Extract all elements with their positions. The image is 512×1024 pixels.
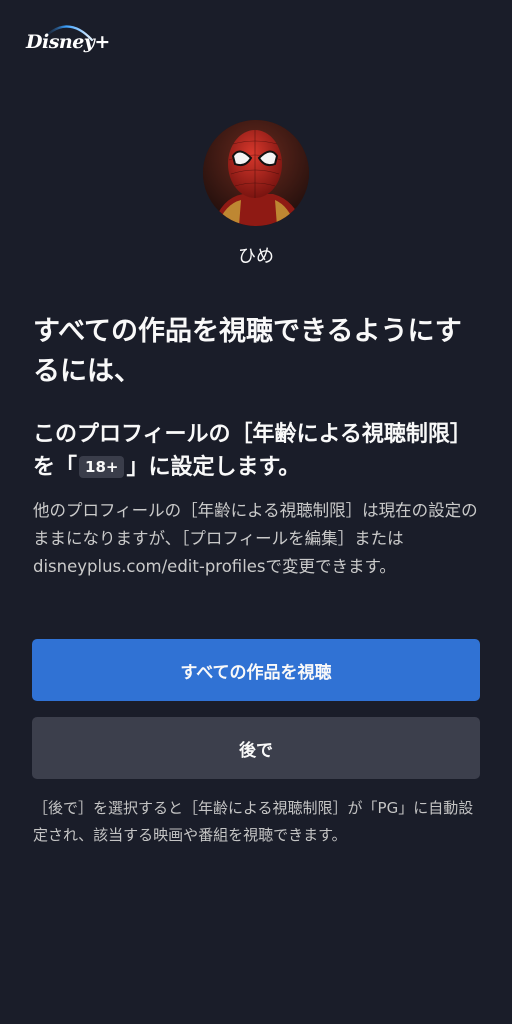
disney-plus-logo: Disney+ bbox=[26, 18, 110, 62]
watch-all-button[interactable]: すべての作品を視聴 bbox=[32, 639, 480, 701]
brand-wordmark: Disney+ bbox=[26, 31, 110, 53]
profile-name: ひめ bbox=[238, 246, 274, 267]
description-text: 他のプロフィールの［年齢による視聴制限］は現在の設定のままになりますが、［プロフ… bbox=[33, 501, 478, 576]
headline: すべての作品を視聴できるようにするには、 bbox=[33, 316, 462, 387]
later-button[interactable]: 後で bbox=[32, 717, 480, 779]
profile-avatar bbox=[203, 120, 309, 226]
rating-badge: 18+ bbox=[79, 456, 125, 478]
spider-man-avatar-icon bbox=[203, 120, 309, 226]
rating-subheading: このプロフィールの［年齢による視聴制限］を「 18+ 」に設定します。 bbox=[33, 418, 478, 484]
footnote-text: ［後で］を選択すると［年齢による視聴制限］が「PG」に自動設定され、該当する映画… bbox=[33, 799, 474, 844]
subheading-text-after: 」に設定します。 bbox=[126, 455, 301, 480]
